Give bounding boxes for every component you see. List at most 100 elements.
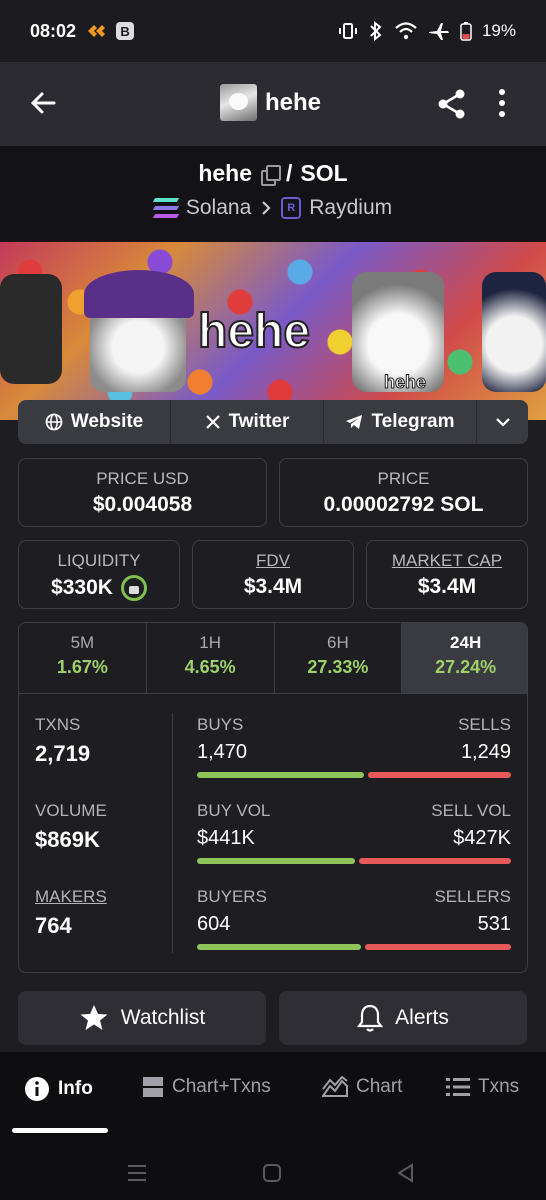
cat-image <box>0 274 62 384</box>
buys-sells-bar <box>197 772 511 778</box>
tab-24h[interactable]: 24H 27.24% <box>402 623 527 693</box>
buyers-sellers-bar <box>197 944 511 950</box>
tab-5m[interactable]: 5M 1.67% <box>19 623 147 693</box>
banner-tag: hehe <box>383 372 427 393</box>
fdv-card[interactable]: FDV $3.4M <box>192 540 354 609</box>
status-time: 08:02 <box>30 20 77 41</box>
vibrate-icon <box>338 23 357 39</box>
txns-value: 2,719 <box>35 741 91 766</box>
raydium-icon: R <box>281 197 302 219</box>
watchlist-label: Watchlist <box>120 1006 206 1029</box>
app-bar: hehe <box>0 62 546 146</box>
chain-line: Solana R Raydium <box>0 196 546 220</box>
back-nav-icon[interactable] <box>396 1163 416 1183</box>
tab-change: 4.65% <box>184 657 236 677</box>
buyers-label: BUYERS <box>197 887 267 906</box>
solana-icon <box>152 198 180 218</box>
chart-txns-icon <box>143 1077 163 1097</box>
price-usd-label: PRICE USD <box>96 469 189 488</box>
lock-icon[interactable] <box>120 575 147 601</box>
nav-info-label: Info <box>58 1078 93 1099</box>
website-link[interactable]: Website <box>18 400 171 444</box>
stats-divider <box>172 713 173 953</box>
market-cap-card[interactable]: MARKET CAP $3.4M <box>366 540 528 609</box>
share-button[interactable] <box>436 88 468 125</box>
buy-vol-label: BUY VOL <box>197 801 271 820</box>
fdv-value: $3.4M <box>243 575 303 598</box>
telegram-link[interactable]: Telegram <box>324 400 477 444</box>
sell-vol-bar <box>359 858 511 864</box>
tab-label: 6H <box>327 633 349 652</box>
tab-1h[interactable]: 1H 4.65% <box>147 623 275 693</box>
recents-icon[interactable] <box>126 1164 148 1182</box>
tab-label: 5M <box>70 633 95 652</box>
price-label: PRICE <box>377 469 430 488</box>
tab-change: 27.33% <box>307 657 369 677</box>
globe-icon <box>45 413 63 431</box>
share-icon <box>438 89 465 119</box>
chain-name[interactable]: Solana <box>186 196 251 220</box>
bell-icon <box>357 1004 384 1032</box>
volume-metric: VOLUME $869K <box>35 801 107 853</box>
stats-panel: 5M 1.67% 1H 4.65% 6H 27.33% 24H 27.24% T… <box>18 622 528 973</box>
fdv-label[interactable]: FDV <box>193 551 353 571</box>
tab-label: 1H <box>199 633 221 652</box>
sell-vol-label: SELL VOL <box>431 801 511 820</box>
website-label: Website <box>70 411 144 432</box>
timeframe-tabs: 5M 1.67% 1H 4.65% 6H 27.33% 24H 27.24% <box>19 623 527 694</box>
status-bar: 08:02 B 19% <box>0 0 546 62</box>
pair-base: hehe <box>198 160 252 186</box>
liquidity-card: LIQUIDITY $330K <box>18 540 180 609</box>
home-icon[interactable] <box>262 1163 282 1183</box>
pair-header: hehe / SOL Solana R Raydium <box>0 146 546 242</box>
tab-label: 24H <box>450 633 482 652</box>
twitter-label: Twitter <box>228 411 290 432</box>
liquidity-row: $330K <box>19 575 179 601</box>
makers-metric[interactable]: MAKERS 764 <box>35 887 107 939</box>
chart-icon <box>322 1076 348 1097</box>
nav-info[interactable]: Info <box>24 1076 93 1102</box>
sellers-value: 531 <box>477 913 511 935</box>
tab-6h[interactable]: 6H 27.33% <box>275 623 403 693</box>
buys-sells: BUYS SELLS 1,470 1,249 <box>197 715 511 778</box>
wifi-icon <box>395 22 417 40</box>
buys-label: BUYS <box>197 715 244 734</box>
token-banner: hehe hehe <box>0 242 546 420</box>
buy-sell-volume: BUY VOL SELL VOL $441K $427K <box>197 801 511 864</box>
liquidity-value: $330K <box>51 576 113 599</box>
expand-links-button[interactable] <box>477 400 528 444</box>
more-options-button[interactable] <box>490 86 514 125</box>
buy-vol-value: $441K <box>197 827 255 849</box>
makers-label[interactable]: MAKERS <box>35 887 107 907</box>
txns-label: TXNS <box>35 715 81 734</box>
back-button[interactable] <box>26 86 60 120</box>
copy-icon[interactable] <box>260 164 281 186</box>
airplane-icon <box>428 23 449 40</box>
liquidity-label: LIQUIDITY <box>57 551 141 570</box>
cat-image <box>482 272 546 392</box>
sells-value: 1,249 <box>460 741 511 763</box>
price-sol-card: PRICE 0.00002792 SOL <box>279 458 528 527</box>
watchlist-button[interactable]: Watchlist <box>18 991 266 1045</box>
txns-metric: TXNS 2,719 <box>35 715 90 767</box>
back-arrow-icon <box>30 92 56 114</box>
bottom-nav: Info Chart+Txns Chart Txns <box>0 1052 546 1200</box>
sells-label: SELLS <box>458 715 511 734</box>
system-nav-bar <box>0 1158 546 1188</box>
buyers-value: 604 <box>197 913 231 935</box>
nav-txns-label: Txns <box>478 1076 520 1097</box>
buyers-bar <box>197 944 361 950</box>
nav-chart[interactable]: Chart <box>322 1076 402 1098</box>
nav-chart-txns[interactable]: Chart+Txns <box>142 1076 271 1098</box>
list-icon <box>446 1078 470 1096</box>
twitter-link[interactable]: Twitter <box>171 400 324 444</box>
market-cap-label[interactable]: MARKET CAP <box>367 551 527 571</box>
star-icon <box>80 1005 108 1030</box>
market-cap-value: $3.4M <box>417 575 477 598</box>
tab-change: 1.67% <box>56 657 108 677</box>
nav-txns[interactable]: Txns <box>446 1076 519 1098</box>
battery-icon <box>460 22 472 41</box>
sellers-label: SELLERS <box>434 887 511 906</box>
alerts-button[interactable]: Alerts <box>279 991 527 1045</box>
dex-name[interactable]: Raydium <box>309 196 392 220</box>
